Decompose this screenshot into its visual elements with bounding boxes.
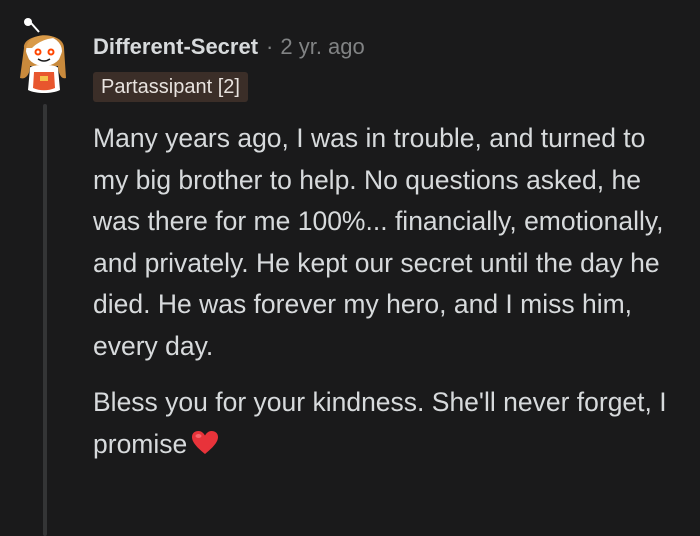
user-flair: Partassipant [2]: [93, 72, 248, 102]
comment-paragraph-text: Bless you for your kindness. She'll neve…: [93, 387, 667, 459]
avatar[interactable]: [14, 18, 76, 96]
comment-paragraph: Bless you for your kindness. She'll neve…: [93, 382, 688, 465]
username-link[interactable]: Different-Secret: [93, 34, 258, 60]
comment-paragraph-text: Many years ago, I was in trouble, and tu…: [93, 123, 664, 361]
timestamp[interactable]: 2 yr. ago: [280, 34, 364, 60]
comment: Different-Secret · 2 yr. ago Partassipan…: [0, 0, 700, 536]
red-heart-icon: [191, 427, 219, 454]
snoo-avatar-icon: [20, 18, 66, 93]
comment-body: Many years ago, I was in trouble, and tu…: [93, 118, 688, 465]
comment-meta: Different-Secret · 2 yr. ago: [93, 32, 365, 62]
separator-dot: ·: [266, 34, 274, 59]
thread-line[interactable]: [43, 104, 47, 536]
comment-paragraph: Many years ago, I was in trouble, and tu…: [93, 118, 688, 367]
